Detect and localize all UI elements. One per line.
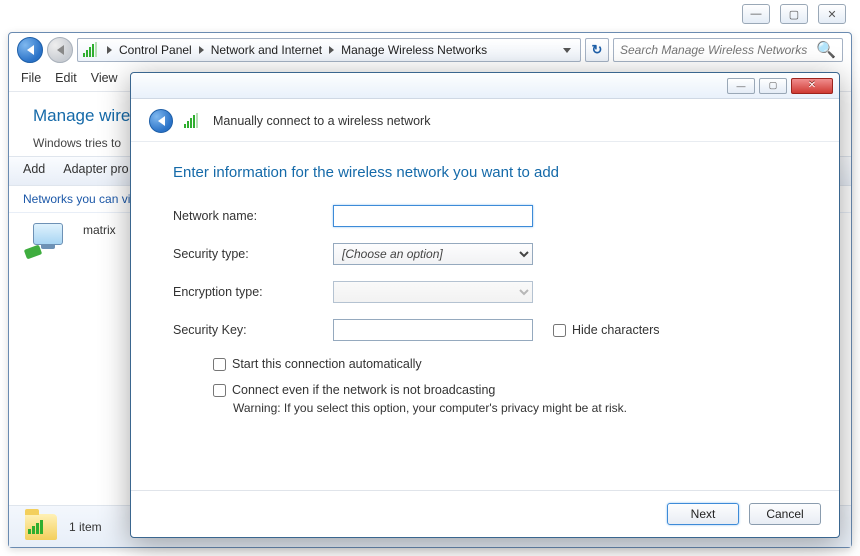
dialog-close-button[interactable]: ✕ xyxy=(791,78,833,94)
nav-forward-button xyxy=(47,37,73,63)
security-key-input[interactable] xyxy=(333,319,533,341)
connect-wireless-dialog: — ▢ ✕ Manually connect to a wireless net… xyxy=(130,72,840,538)
search-icon: 🔍 xyxy=(816,40,836,60)
search-box[interactable]: 🔍 xyxy=(613,38,843,62)
dialog-instruction: Enter information for the wireless netwo… xyxy=(173,164,797,181)
hide-characters-checkbox[interactable] xyxy=(553,324,566,337)
crumb-1[interactable]: Network and Internet xyxy=(209,43,324,57)
group-header-label: Networks you can vi xyxy=(23,192,130,208)
connect-nonbroadcast-checkbox[interactable] xyxy=(213,384,226,397)
network-name-input[interactable] xyxy=(333,205,533,227)
search-input[interactable] xyxy=(620,43,816,57)
minimize-button[interactable]: — xyxy=(742,4,770,24)
start-auto-checkbox[interactable] xyxy=(213,358,226,371)
maximize-button[interactable]: ▢ xyxy=(780,4,808,24)
next-button[interactable]: Next xyxy=(667,503,739,525)
nav-back-button[interactable] xyxy=(17,37,43,63)
dialog-maximize-button[interactable]: ▢ xyxy=(759,78,787,94)
folder-wireless-icon xyxy=(25,514,57,540)
toolbar-adapter[interactable]: Adapter pro xyxy=(63,162,128,180)
encryption-type-select xyxy=(333,281,533,303)
security-key-label: Security Key: xyxy=(173,323,333,337)
menu-file[interactable]: File xyxy=(21,71,41,85)
security-type-select[interactable]: [Choose an option] xyxy=(333,243,533,265)
dialog-back-button[interactable] xyxy=(149,109,173,133)
dialog-header: Manually connect to a wireless network xyxy=(131,99,839,142)
encryption-type-label: Encryption type: xyxy=(173,285,333,299)
dialog-titlebar[interactable]: — ▢ ✕ xyxy=(131,73,839,99)
crumb-2[interactable]: Manage Wireless Networks xyxy=(339,43,489,57)
refresh-button[interactable]: ↻ xyxy=(585,38,609,62)
network-icon xyxy=(25,223,73,261)
network-name-label: Network name: xyxy=(173,209,333,223)
start-auto-label: Start this connection automatically xyxy=(232,357,422,371)
wireless-icon xyxy=(82,42,98,58)
wireless-icon xyxy=(183,113,199,129)
crumb-0[interactable]: Control Panel xyxy=(117,43,194,57)
network-name: matrix xyxy=(83,223,116,237)
menu-edit[interactable]: Edit xyxy=(55,71,77,85)
dialog-footer: Next Cancel xyxy=(131,490,839,537)
hide-characters-label: Hide characters xyxy=(572,323,660,337)
item-count: 1 item xyxy=(69,520,102,534)
dialog-minimize-button[interactable]: — xyxy=(727,78,755,94)
close-button[interactable]: ✕ xyxy=(818,4,846,24)
breadcrumb[interactable]: Control Panel Network and Internet Manag… xyxy=(77,38,581,62)
address-bar: Control Panel Network and Internet Manag… xyxy=(9,33,851,67)
toolbar-add[interactable]: Add xyxy=(23,162,45,180)
menu-view[interactable]: View xyxy=(91,71,118,85)
cancel-button[interactable]: Cancel xyxy=(749,503,821,525)
security-type-label: Security type: xyxy=(173,247,333,261)
dialog-body: Enter information for the wireless netwo… xyxy=(131,142,839,490)
dialog-header-title: Manually connect to a wireless network xyxy=(213,114,430,128)
privacy-warning: Warning: If you select this option, your… xyxy=(233,401,797,415)
connect-nonbroadcast-label: Connect even if the network is not broad… xyxy=(232,383,495,397)
